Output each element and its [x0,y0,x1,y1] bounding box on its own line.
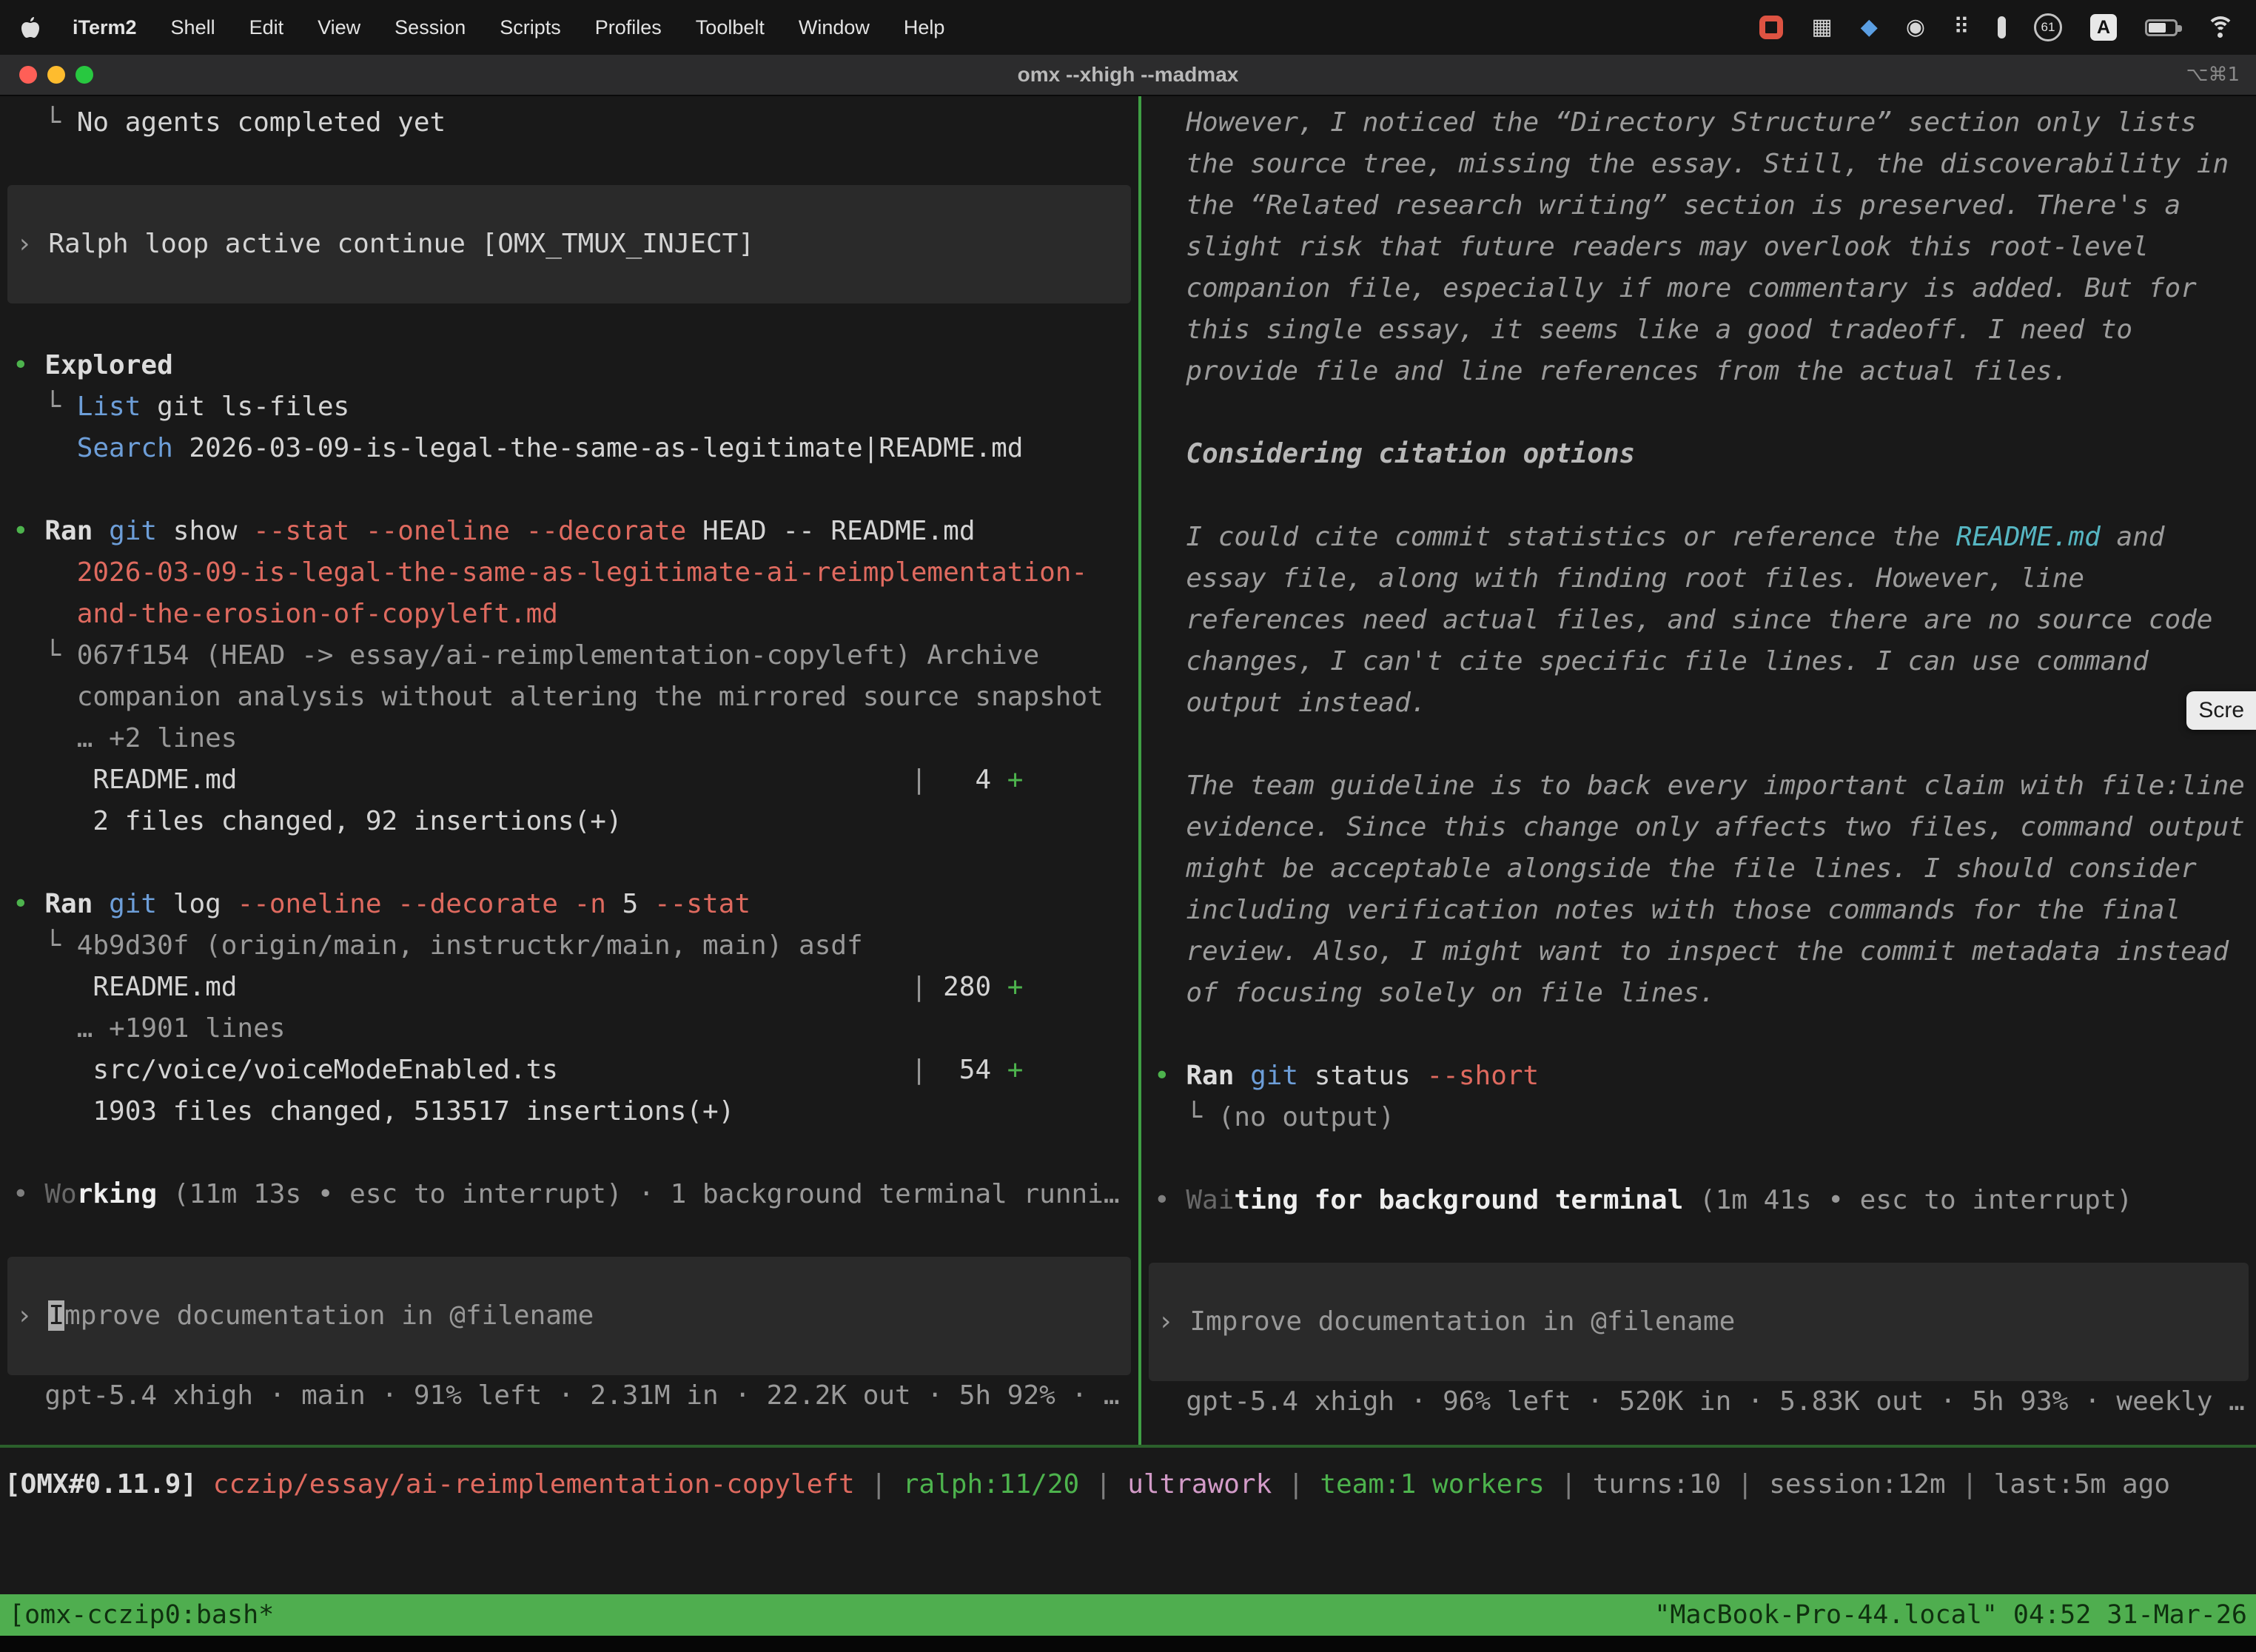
terminal-line: 2026-03-09-is-legal-the-same-as-legitima… [0,552,1138,594]
terminal-line [1141,475,2256,517]
terminal-line [0,303,1138,345]
terminal-line: companion analysis without altering the … [0,676,1138,718]
terminal-line: Considering citation options [1141,434,2256,475]
battery-percent-badge[interactable]: 61 [2034,13,2062,41]
menu-view[interactable]: View [318,16,360,39]
tmux-pane-right[interactable]: However, I noticed the “Directory Struct… [1141,96,2256,1445]
dots-grid-icon[interactable]: ⠿ [1953,16,1970,39]
terminal-line: › Improve documentation in @filename [1150,1301,2247,1343]
terminal-line [0,144,1138,185]
terminal-line: • Ran git show --stat --oneline --decora… [0,511,1138,552]
terminal-line [1141,724,2256,765]
terminal-line: › Improve documentation in @filename [9,1295,1129,1337]
macos-menu-bar: iTerm2 Shell Edit View Session Scripts P… [0,0,2256,55]
omx-status-bar: [OMX#0.11.9] cczip/essay/ai-reimplementa… [0,1464,2256,1505]
blue-app-icon[interactable]: ◆ [1861,16,1878,39]
terminal-line: might be acceptable alongside the file l… [1141,848,2256,890]
apple-logo-icon [21,16,40,38]
edge-tooltip: Scre [2186,691,2256,730]
menu-bar-status-icons: ▦ ◆ ◉ ⠿ 61 A [1759,13,2235,41]
terminal-line: review. Also, I might want to inspect th… [1141,931,2256,973]
terminal-line [0,469,1138,511]
prompt-input[interactable]: › Improve documentation in @filename [7,1257,1131,1375]
terminal-line [1141,1014,2256,1055]
wifi-icon[interactable] [2206,16,2235,38]
terminal-line: Search 2026-03-09-is-legal-the-same-as-l… [0,428,1138,469]
terminal-line: └ 067f154 (HEAD -> essay/ai-reimplementa… [0,635,1138,676]
terminal-line: However, I noticed the “Directory Struct… [1141,102,2256,144]
tmux-status-bar: [omx-cczip0:bash* "MacBook-Pro-44.local"… [0,1594,2256,1636]
terminal-line: └ 4b9d30f (origin/main, instructkr/main,… [0,925,1138,967]
terminal-line: changes, I can't cite specific file line… [1141,641,2256,682]
menu-scripts[interactable]: Scripts [500,16,561,39]
prompt-input[interactable]: › Improve documentation in @filename [1149,1263,2249,1381]
terminal-line: • Waiting for background terminal (1m 41… [1141,1180,2256,1221]
terminal-line: companion file, especially if more comme… [1141,268,2256,309]
terminal-line: └ No agents completed yet [0,102,1138,144]
terminal-line [1141,392,2256,434]
terminal-line: the source tree, missing the essay. Stil… [1141,144,2256,185]
terminal-line: slight risk that future readers may over… [1141,226,2256,268]
menu-session[interactable]: Session [395,16,466,39]
terminal-line: … +1901 lines [0,1008,1138,1050]
dark-app-icon[interactable]: ◉ [1906,16,1925,39]
terminal-line: src/voice/voiceModeEnabled.ts | 54 + [0,1050,1138,1091]
terminal-line: evidence. Since this change only affects… [1141,807,2256,848]
menu-window[interactable]: Window [799,16,870,39]
terminal-line: [OMX#0.11.9] cczip/essay/ai-reimplementa… [0,1464,2256,1505]
terminal-line: 2 files changed, 92 insertions(+) [0,801,1138,842]
input-source-icon[interactable]: A [2090,14,2117,41]
apple-menu-icon[interactable] [21,16,40,38]
battery-icon[interactable] [2145,19,2178,36]
terminal-line: README.md | 280 + [0,967,1138,1008]
menu-help[interactable]: Help [904,16,945,39]
menu-profiles[interactable]: Profiles [595,16,662,39]
iterm2-window: iTerm2 Shell Edit View Session Scripts P… [0,0,2256,1652]
window-hotkey-indicator: ⌥⌘1 [2186,55,2240,95]
tmux-session-name[interactable]: [omx-cczip0:bash* [9,1600,274,1630]
terminal-line: the “Related research writing” section i… [1141,185,2256,226]
menu-toolbelt[interactable]: Toolbelt [696,16,765,39]
terminal-line: and-the-erosion-of-copyleft.md [0,594,1138,635]
terminal-line: including verification notes with those … [1141,890,2256,931]
menu-edit[interactable]: Edit [249,16,284,39]
terminal-line: of focusing solely on file lines. [1141,973,2256,1014]
menu-app-name[interactable]: iTerm2 [73,16,137,39]
terminal-line [0,1132,1138,1174]
menu-shell[interactable]: Shell [171,16,215,39]
screen-recording-indicator-icon[interactable] [1759,16,1783,39]
terminal-line [1141,1138,2256,1180]
terminal-line: output instead. [1141,682,2256,724]
window-grid-icon[interactable]: ▦ [1811,16,1832,39]
window-title-bar[interactable]: omx --xhigh --madmax ⌥⌘1 [0,55,2256,96]
terminal-line [0,842,1138,884]
terminal-line: └ List git ls-files [0,386,1138,428]
terminal-line: The team guideline is to back every impo… [1141,765,2256,807]
terminal-line: … +2 lines [0,718,1138,759]
terminal-line: provide file and line references from th… [1141,351,2256,392]
terminal-line: └ (no output) [1141,1097,2256,1138]
terminal-line: references need actual files, and since … [1141,600,2256,641]
terminal-line: README.md | 4 + [0,759,1138,801]
terminal-line: • Ran git status --short [1141,1055,2256,1097]
bottom-filler [0,1636,2256,1652]
terminal-line: › Ralph loop active continue [OMX_TMUX_I… [9,224,1129,265]
window-title: omx --xhigh --madmax [0,55,2256,95]
terminal-line: • Working (11m 13s • esc to interrupt) ·… [0,1174,1138,1215]
key-icon[interactable] [1998,16,2006,38]
terminal-line: gpt-5.4 xhigh · main · 91% left · 2.31M … [0,1375,1138,1417]
status-separator [0,1445,2256,1448]
terminal-line [1141,1221,2256,1263]
terminal-line: I could cite commit statistics or refere… [1141,517,2256,558]
tmux-host-clock: "MacBook-Pro-44.local" 04:52 31-Mar-26 [1654,1600,2247,1630]
terminal-line [0,1215,1138,1257]
terminal-line: this single essay, it seems like a good … [1141,309,2256,351]
tmux-pane-left[interactable]: └ No agents completed yet › Ralph loop ac… [0,96,1138,1445]
terminal-line: gpt-5.4 xhigh · 96% left · 520K in · 5.8… [1141,1381,2256,1423]
terminal-line: 1903 files changed, 513517 insertions(+) [0,1091,1138,1132]
ralph-loop-banner: › Ralph loop active continue [OMX_TMUX_I… [7,185,1131,303]
terminal-line: • Explored [0,345,1138,386]
terminal-line: essay file, along with finding root file… [1141,558,2256,600]
terminal-line: • Ran git log --oneline --decorate -n 5 … [0,884,1138,925]
